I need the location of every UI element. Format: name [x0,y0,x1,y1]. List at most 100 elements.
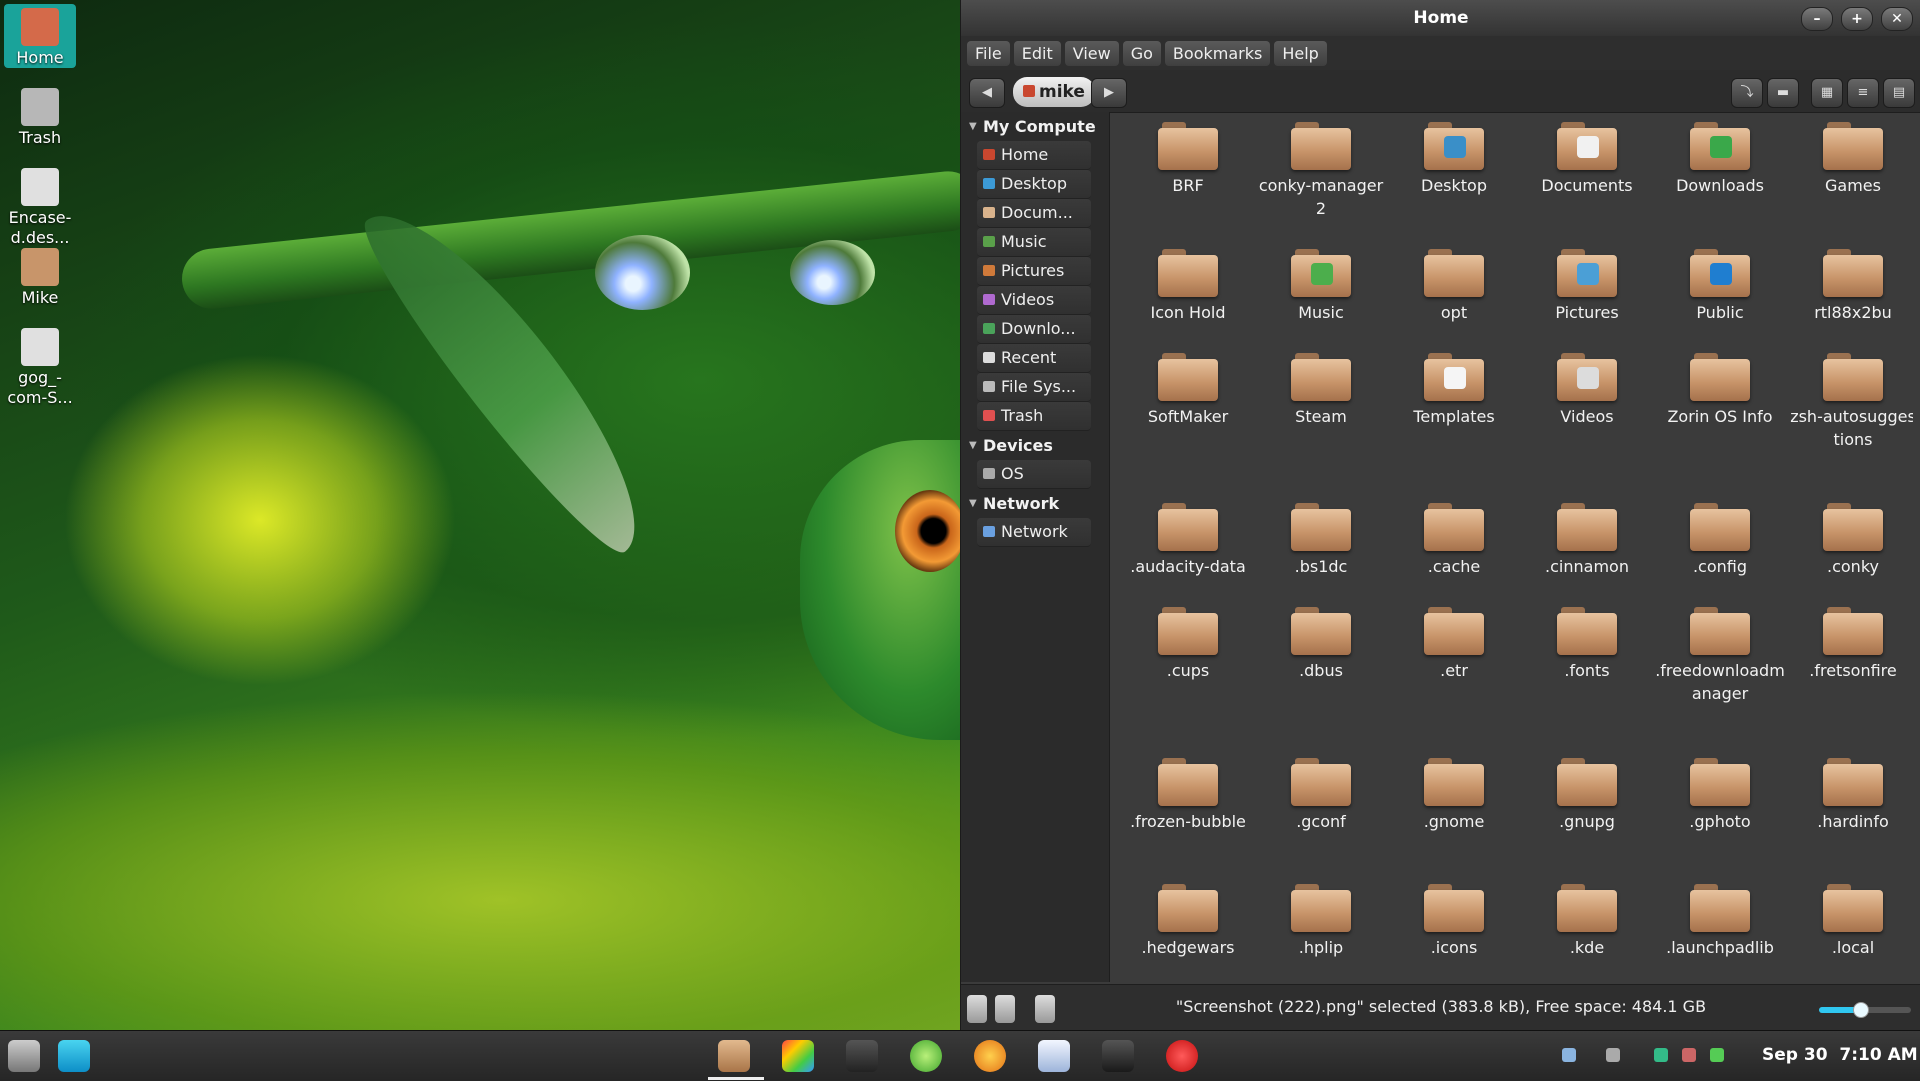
show-places-icon[interactable] [967,995,987,1023]
list-view-icon[interactable]: ≡ [1847,78,1879,108]
software-app-icon[interactable] [910,1040,942,1072]
desktop-icon-encase[interactable]: Encase-d.des... [4,164,76,248]
folder-item[interactable]: Icon Hold [1123,239,1253,324]
folder-item[interactable]: .local [1788,874,1913,959]
sidebar-item[interactable]: Recent [977,344,1091,373]
sidebar-item[interactable]: Docum... [977,199,1091,228]
folder-item[interactable]: .launchpadlib [1655,874,1785,959]
folder-item[interactable]: conky-manager2 [1256,112,1386,220]
folder-item[interactable]: Games [1788,112,1913,197]
folder-item[interactable]: .freedownloadmanager [1655,597,1785,705]
menu-file[interactable]: File [967,40,1010,66]
folder-item[interactable]: .config [1655,493,1785,578]
menu-edit[interactable]: Edit [1013,40,1061,66]
folder-item[interactable]: opt [1389,239,1519,324]
graphics-app-icon[interactable] [782,1040,814,1072]
folder-item[interactable]: .fonts [1522,597,1652,682]
sidebar-section-2[interactable]: ▼ Network [961,489,1109,518]
sidebar-item[interactable]: Desktop [977,170,1091,199]
expand-arrow-icon[interactable]: ▼ [969,112,977,141]
folder-item[interactable]: .gnome [1389,748,1519,833]
sidebar-item[interactable]: OS [977,460,1091,489]
folder-item[interactable]: .gphoto [1655,748,1785,833]
show-desktop-icon[interactable] [58,1040,90,1072]
folder-item[interactable]: .cache [1389,493,1519,578]
document-app-icon[interactable] [1038,1040,1070,1072]
clock[interactable]: Sep 30 7:10 AM [1762,1045,1918,1065]
folder-item[interactable]: .hardinfo [1788,748,1913,833]
updates-icon[interactable] [1654,1048,1668,1062]
location-toggle-icon[interactable]: ⤵ [1731,78,1763,108]
folder-item[interactable]: Public [1655,239,1785,324]
folder-item[interactable]: .cinnamon [1522,493,1652,578]
files-icon[interactable] [718,1040,750,1072]
desktop-icon-gog[interactable]: gog_-com-S... [4,324,76,408]
menu-go[interactable]: Go [1122,40,1161,66]
bluetooth-icon[interactable] [1562,1048,1576,1062]
desktop-icon-trash[interactable]: Trash [4,84,76,148]
folder-item[interactable]: Music [1256,239,1386,324]
compact-view-icon[interactable]: ▤ [1883,78,1915,108]
folder-item[interactable]: rtl88x2bu [1788,239,1913,324]
folder-item[interactable]: .dbus [1256,597,1386,682]
folder-item[interactable]: .bs1dc [1256,493,1386,578]
folder-item[interactable]: .conky [1788,493,1913,578]
icon-view-icon[interactable]: ▦ [1811,78,1843,108]
menu-icon[interactable] [8,1040,40,1072]
sidebar-section-0[interactable]: ▼ My Compute [961,112,1109,141]
folder-item[interactable]: .frozen-bubble [1123,748,1253,833]
show-tree-icon[interactable] [995,995,1015,1023]
back-button[interactable]: ◀ [969,78,1005,108]
folder-item[interactable]: SoftMaker [1123,343,1253,428]
folder-item[interactable]: .gnupg [1522,748,1652,833]
folder-item[interactable]: Pictures [1522,239,1652,324]
folder-item[interactable]: .audacity-data [1123,493,1253,578]
folder-item[interactable]: .kde [1522,874,1652,959]
folder-item[interactable]: Desktop [1389,112,1519,197]
hide-sidebar-icon[interactable] [1035,995,1055,1023]
terminal-icon[interactable]: ▬ [1767,78,1799,108]
folder-item[interactable]: .etr [1389,597,1519,682]
folder-item[interactable]: Videos [1522,343,1652,428]
sidebar-item[interactable]: Network [977,518,1091,547]
sidebar-item[interactable]: Music [977,228,1091,257]
folder-item[interactable]: .cups [1123,597,1253,682]
folder-item[interactable]: .fretsonfire [1788,597,1913,682]
folder-item[interactable]: Downloads [1655,112,1785,197]
sidebar-item[interactable]: File Sys... [977,373,1091,402]
maximize-button[interactable]: + [1841,7,1873,31]
menu-bookmarks[interactable]: Bookmarks [1164,40,1271,66]
folder-item[interactable]: Templates [1389,343,1519,428]
breadcrumb-button[interactable]: mike [1013,77,1095,107]
menu-view[interactable]: View [1064,40,1119,66]
terminal-app-icon[interactable] [1102,1040,1134,1072]
sidebar-item[interactable]: Pictures [977,257,1091,286]
folder-item[interactable]: Documents [1522,112,1652,197]
minimize-button[interactable]: – [1801,7,1833,31]
volume-icon[interactable] [1710,1048,1724,1062]
forward-button[interactable]: ▶ [1091,78,1127,108]
expand-arrow-icon[interactable]: ▼ [969,489,977,518]
zoom-handle[interactable] [1853,1002,1870,1018]
media-app-icon[interactable] [974,1040,1006,1072]
network-icon[interactable] [1606,1048,1620,1062]
vivaldi-browser-icon[interactable] [1166,1040,1198,1072]
sidebar-item[interactable]: Videos [977,286,1091,315]
titlebar[interactable]: Home – + ✕ [961,0,1920,36]
folder-item[interactable]: .hedgewars [1123,874,1253,959]
sidebar-item[interactable]: Trash [977,402,1091,431]
notifications-icon[interactable] [1682,1048,1696,1062]
folder-item[interactable]: BRF [1123,112,1253,197]
desktop-icon-home[interactable]: Home [4,4,76,68]
folder-item[interactable]: .hplip [1256,874,1386,959]
expand-arrow-icon[interactable]: ▼ [969,431,977,460]
folder-item[interactable]: Zorin OS Info [1655,343,1785,428]
close-button[interactable]: ✕ [1881,7,1913,31]
menu-help[interactable]: Help [1274,40,1327,66]
sidebar-item[interactable]: Downlo... [977,315,1091,344]
folder-item[interactable]: zsh-autosuggestions [1788,343,1913,451]
sidebar-section-1[interactable]: ▼ Devices [961,431,1109,460]
desktop-icon-mike[interactable]: Mike [4,244,76,308]
folder-item[interactable]: .gconf [1256,748,1386,833]
folder-item[interactable]: .icons [1389,874,1519,959]
